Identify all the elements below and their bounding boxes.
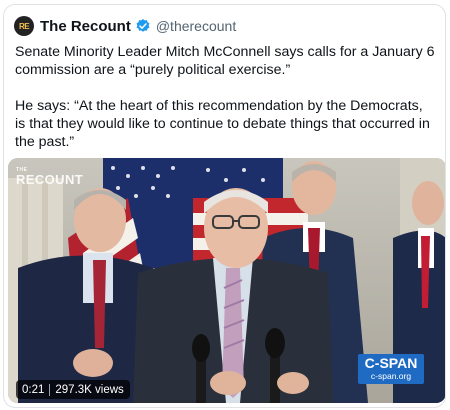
display-name[interactable]: The Recount [40, 18, 131, 35]
user-handle[interactable]: @therecount [156, 18, 236, 34]
video-info-overlay: 0:21 297.3K views [16, 380, 130, 399]
watermark-text: RECOUNT [16, 172, 84, 187]
verified-badge-icon [135, 18, 151, 34]
view-count: 297.3K views [55, 383, 124, 396]
avatar[interactable]: RE [14, 16, 34, 36]
recount-watermark: THE RECOUNT [16, 167, 83, 187]
tweet-header: RE The Recount @therecount [14, 14, 236, 38]
tweet-paragraph-1: Senate Minority Leader Mitch McConnell s… [15, 44, 435, 78]
tweet-paragraph-2: He says: “At the heart of this recommend… [15, 98, 430, 150]
video-duration: 0:21 [22, 383, 45, 396]
overlay-divider [49, 383, 51, 396]
cspan-url: c-span.org [370, 371, 412, 381]
tweet-card[interactable]: RE The Recount @therecount Senate Minori… [3, 4, 446, 408]
tweet-text: Senate Minority Leader Mitch McConnell s… [15, 43, 435, 169]
video-player[interactable]: THE RECOUNT C-SPAN c-span.org 0:21 297.3… [8, 158, 445, 403]
cspan-logo-text: C-SPAN [364, 355, 418, 371]
cspan-logo: C-SPAN c-span.org [358, 354, 424, 384]
